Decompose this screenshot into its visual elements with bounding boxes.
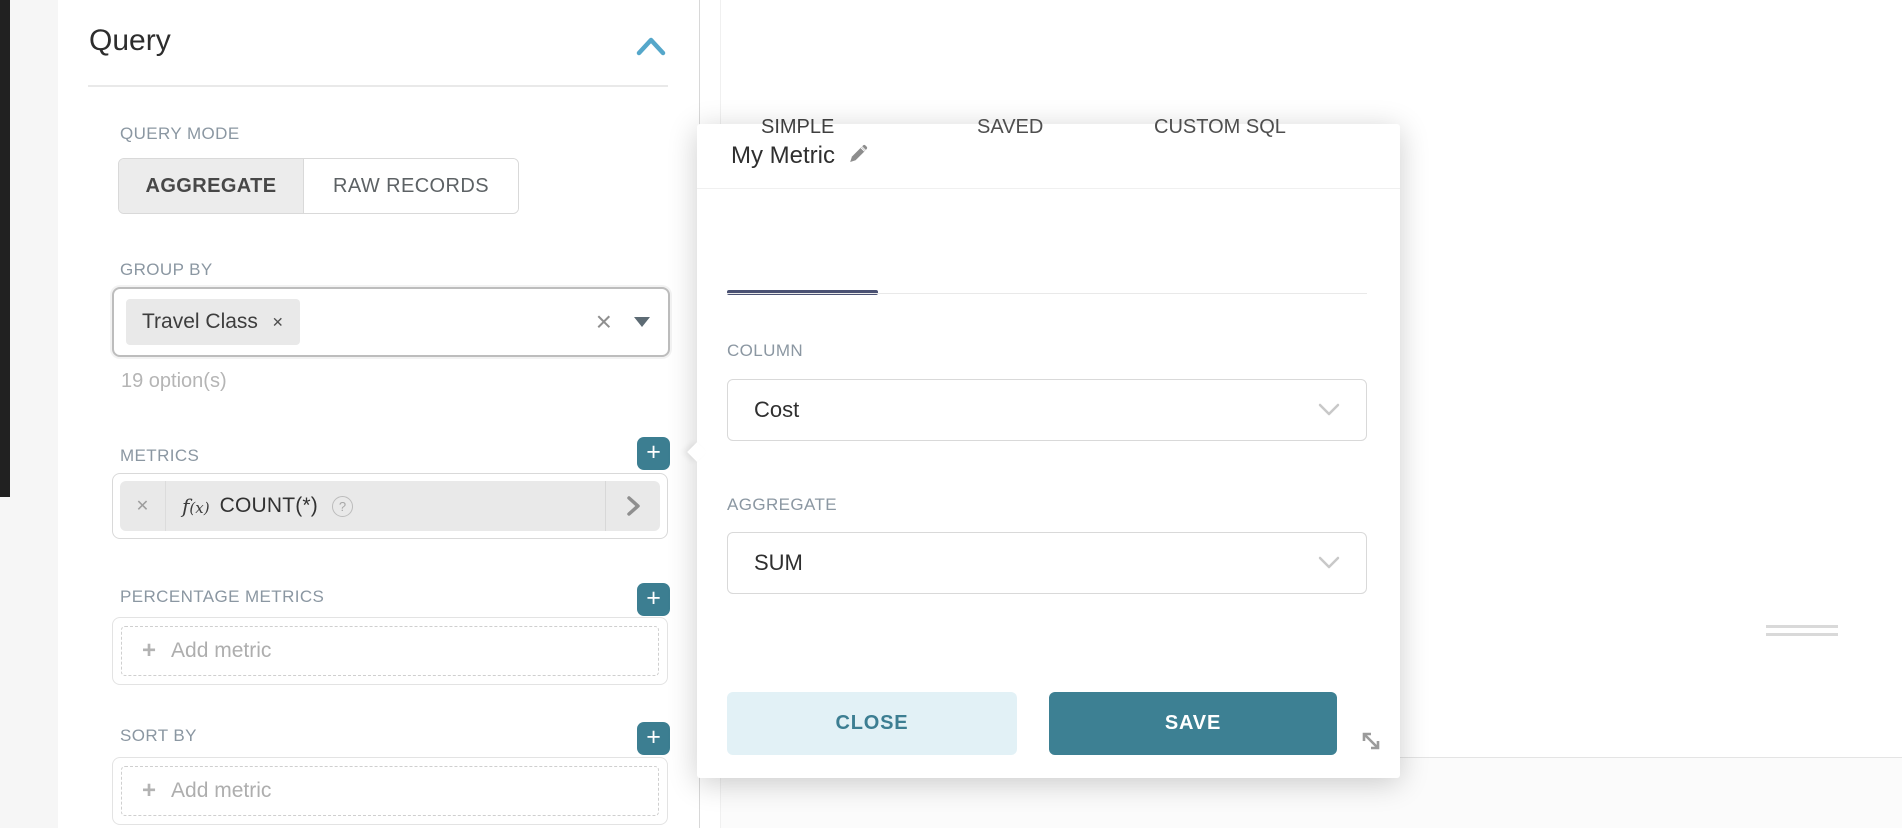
clear-all-icon[interactable]: × — [596, 308, 612, 336]
drag-handle-line — [1766, 625, 1838, 628]
group-by-select[interactable]: Travel Class ✕ × — [112, 287, 670, 357]
plus-icon: + — [142, 779, 156, 803]
tab-simple[interactable]: SIMPLE — [761, 116, 834, 139]
popover-resize-icon[interactable] — [1356, 726, 1386, 756]
sort-by-add-box[interactable]: + Add metric — [112, 757, 668, 825]
select-chevron-icon — [1318, 397, 1340, 423]
tag-remove-icon[interactable]: ✕ — [272, 314, 284, 331]
scrollbar-thumb[interactable] — [0, 0, 10, 497]
metric-editor-popover: My Metric — [697, 124, 1400, 778]
edit-pencil-icon[interactable] — [848, 143, 869, 169]
save-button[interactable]: SAVE — [1049, 692, 1337, 755]
tab-saved[interactable]: SAVED — [977, 116, 1043, 139]
add-percentage-metric-plus-button[interactable]: + — [637, 583, 670, 616]
plus-icon: + — [142, 639, 156, 663]
help-icon[interactable]: ? — [332, 496, 353, 517]
query-mode-aggregate-button[interactable]: AGGREGATE — [119, 159, 304, 213]
column-select[interactable]: Cost — [727, 379, 1367, 441]
aggregate-select[interactable]: SUM — [727, 532, 1367, 594]
metric-remove-icon[interactable]: ✕ — [120, 481, 166, 531]
tab-baseline — [727, 293, 1367, 294]
collapse-chevron-icon[interactable] — [635, 34, 667, 58]
options-count-hint: 19 option(s) — [121, 370, 227, 393]
query-mode-label: QUERY MODE — [120, 124, 240, 144]
add-metric-dropzone: + Add metric — [121, 626, 659, 676]
metrics-label: METRICS — [120, 446, 199, 466]
add-sort-metric-plus-button[interactable]: + — [637, 722, 670, 755]
add-metric-placeholder: Add metric — [171, 779, 271, 803]
add-metric-placeholder: Add metric — [171, 639, 271, 663]
panel-resize-handle[interactable] — [1766, 625, 1838, 641]
column-label: COLUMN — [727, 341, 803, 361]
dropdown-caret-icon[interactable] — [634, 317, 650, 327]
drag-handle-line — [1766, 633, 1838, 636]
column-select-value: Cost — [754, 397, 799, 423]
metric-name: COUNT(*) — [220, 494, 318, 518]
group-by-tag-label: Travel Class — [142, 310, 258, 334]
metric-item-inner: ✕ f(x) COUNT(*) ? — [120, 481, 660, 531]
query-mode-raw-records-button[interactable]: RAW RECORDS — [304, 159, 518, 213]
group-by-label: GROUP BY — [120, 260, 213, 280]
group-by-tag: Travel Class ✕ — [126, 299, 300, 345]
percentage-metrics-label: PERCENTAGE METRICS — [120, 587, 324, 607]
query-section-title: Query — [89, 24, 171, 58]
aggregate-label: AGGREGATE — [727, 495, 837, 515]
close-button[interactable]: CLOSE — [727, 692, 1017, 755]
aggregate-select-value: SUM — [754, 550, 803, 576]
add-metric-dropzone: + Add metric — [121, 766, 659, 816]
metric-item[interactable]: ✕ f(x) COUNT(*) ? — [112, 473, 668, 539]
popover-title: My Metric — [731, 142, 835, 170]
select-chevron-icon — [1318, 550, 1340, 576]
function-icon: f(x) — [182, 494, 210, 518]
metric-expand-chevron-icon[interactable] — [605, 481, 660, 531]
add-metric-plus-button[interactable]: + — [637, 437, 670, 470]
tab-custom-sql[interactable]: CUSTOM SQL — [1154, 116, 1286, 139]
sort-by-label: SORT BY — [120, 726, 197, 746]
section-divider — [88, 85, 668, 87]
query-mode-toggle: AGGREGATE RAW RECORDS — [118, 158, 519, 214]
percentage-metrics-add-box[interactable]: + Add metric — [112, 617, 668, 685]
